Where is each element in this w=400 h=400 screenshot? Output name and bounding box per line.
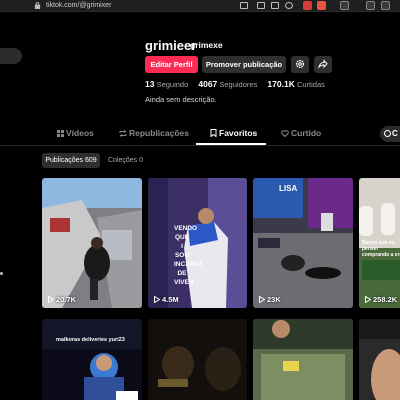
gear-icon [295,59,305,69]
view-count: 23K [259,295,281,304]
tab-label: Republicações [129,128,189,138]
extension-icon[interactable] [303,1,312,10]
site-info-icon[interactable] [34,2,41,9]
video-thumbnail [42,178,142,308]
video-card[interactable]: LISA 23K [253,178,353,308]
video-thumbnail [253,178,353,308]
play-icon [48,295,55,304]
video-card[interactable]: 20.7K [42,178,142,308]
followers-label[interactable]: Seguidores [219,80,257,89]
video-card[interactable] [359,319,400,400]
profile-stats: 13 Seguindo 4067 Seguidores 170.1K Curti… [145,79,333,89]
share-page-icon[interactable] [271,2,279,9]
url-text[interactable]: tiktok.com/@grimixer [46,1,111,11]
bookmark-star-icon[interactable] [285,2,293,9]
profile-bio: Ainda sem descrição. [145,95,217,104]
settings-button[interactable] [291,56,309,73]
tab-liked[interactable]: Curtido [281,128,321,146]
tab-extra-label: C [392,129,398,138]
browser-address-bar: tiktok.com/@grimixer [0,0,400,12]
video-overlay-text: LISA [279,184,298,193]
profile-icon[interactable] [381,1,390,10]
view-count-text: 23K [267,295,281,304]
video-card[interactable] [253,319,353,400]
view-count-text: 258.2K [373,295,398,304]
circle-icon [384,130,391,137]
active-tab-indicator [196,143,266,145]
play-icon [259,295,266,304]
repost-icon [119,130,127,137]
tab-label: Vídeos [66,128,94,138]
tab-label: Curtido [291,128,322,138]
likes-label: Curtidas [296,80,325,89]
cast-icon[interactable] [240,2,248,9]
likes-count: 170.1K [267,79,295,89]
video-overlay-text: Banco que eu pensei comprando a era [362,240,400,258]
video-thumbnail [42,319,142,400]
play-icon [154,295,161,304]
extension-brave-icon[interactable] [317,1,326,10]
view-count: 258.2K [365,295,397,304]
sidebar-item-indicator [0,272,3,275]
install-icon[interactable] [257,2,265,9]
profile-nickname: grimexe [190,40,223,50]
video-thumbnail [148,178,247,308]
followers-count: 4067 [198,79,218,89]
view-count: 20.7K [48,295,76,304]
tab-extra-button[interactable]: C [380,126,400,142]
view-count: 4.5M [154,295,179,304]
bookmark-icon [210,129,217,138]
video-thumbnail [253,319,353,400]
video-overlay-text: malkoras deliveries yuri23 [56,337,125,343]
tab-reposts[interactable]: Republicações [119,128,189,146]
heart-icon [281,130,289,138]
tab-label: Favoritos [219,128,258,138]
extensions-puzzle-icon[interactable] [340,1,349,10]
edit-profile-button[interactable]: Editar Perfil [145,56,198,73]
video-card[interactable]: VENDO QUE I SOU INCAPAZ DE VIVER 4.5M [148,178,247,308]
promote-post-button[interactable]: Promover publicação [202,56,286,73]
view-count-text: 20.7K [56,295,77,304]
video-overlay-text: VENDO QUE I SOU INCAPAZ DE VIVER [174,225,203,286]
grid-icon [57,130,64,137]
subtab-collections[interactable]: Coleções 0 [108,153,143,168]
following-label[interactable]: Seguindo [157,80,189,89]
video-card[interactable]: Banco que eu pensei comprando a era 258.… [359,178,400,308]
following-count: 13 [145,79,155,89]
video-thumbnail [148,319,247,400]
share-arrow-icon [318,59,328,69]
play-icon [365,295,372,304]
subtab-posts[interactable]: Publicações 609 [42,153,100,168]
profile-username: grimieer [145,38,197,53]
sidebar-search-box[interactable] [0,48,22,64]
share-profile-button[interactable] [314,56,332,73]
video-card[interactable]: malkoras deliveries yuri23 [42,319,142,400]
view-count-text: 4.5M [162,295,179,304]
sidepanel-icon[interactable] [366,1,375,10]
video-card[interactable] [148,319,247,400]
video-thumbnail [359,319,400,400]
tab-videos[interactable]: Vídeos [57,128,94,146]
